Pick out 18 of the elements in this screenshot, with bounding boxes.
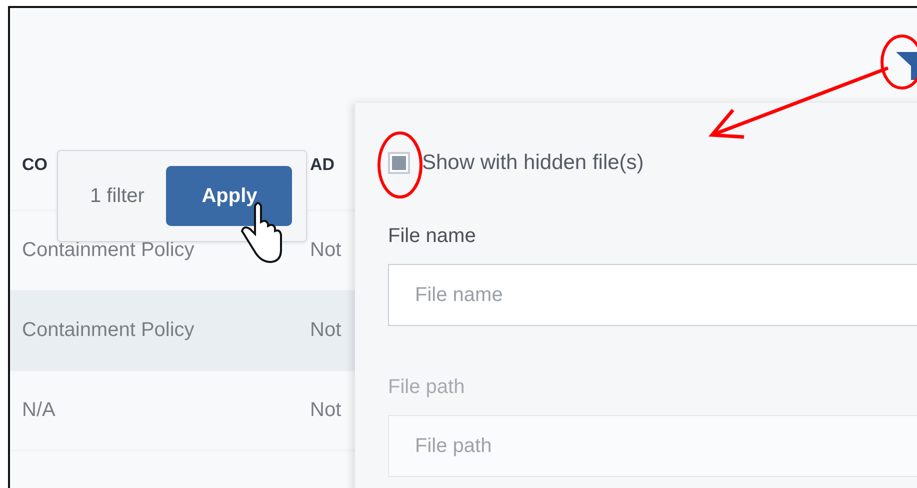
column-header[interactable]: AD: [310, 155, 335, 175]
input-field[interactable]: File name: [388, 264, 917, 326]
table-cell-text: Containment Policy: [21, 319, 196, 342]
filter-icon[interactable]: [896, 52, 917, 80]
apply-button[interactable]: Apply: [166, 166, 292, 226]
table-cell: Not: [310, 399, 342, 422]
table-cell-text: N/A: [21, 399, 56, 422]
input-field[interactable]: File path: [388, 415, 917, 477]
table-cell-text: Containment Policy: [21, 239, 196, 262]
filter-count: 1 filter: [90, 184, 144, 208]
table-cell: Not: [310, 319, 342, 342]
highlight-ellipse: [378, 132, 422, 198]
checkbox-label: Show with hidden file(s): [422, 151, 644, 175]
field-label: File name: [388, 225, 477, 248]
table-row[interactable]: Containment Policy Not: [10, 291, 355, 371]
field-label: File path: [388, 376, 466, 399]
checkbox[interactable]: [388, 152, 410, 174]
table-cell: Not: [310, 239, 342, 262]
